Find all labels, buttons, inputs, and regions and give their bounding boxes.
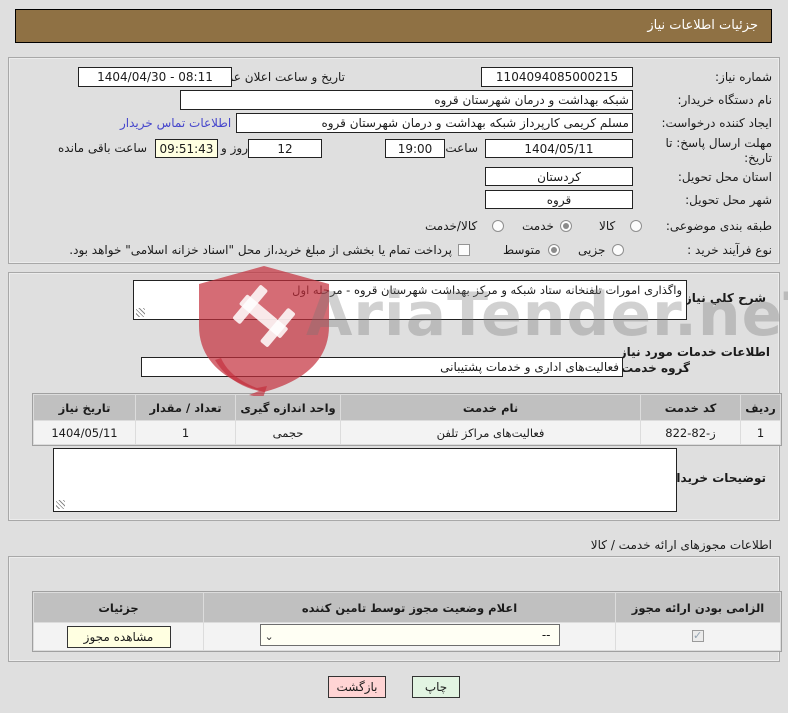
- radio-minor[interactable]: [612, 244, 624, 256]
- permits-heading: اطلاعات مجوزهای ارائه خدمت / کالا: [590, 538, 772, 552]
- announce-datetime-field[interactable]: 1404/04/30 - 08:11: [78, 67, 232, 87]
- col-unit: واحد اندازه گیری: [235, 394, 341, 421]
- deadline-time-field[interactable]: 19:00: [385, 139, 445, 158]
- resize-handle-icon[interactable]: [56, 500, 65, 509]
- province-field[interactable]: کردستان: [485, 167, 633, 186]
- cell-service-code: ز-82-822: [640, 420, 741, 445]
- city-label: شهر محل تحویل:: [685, 193, 772, 207]
- col-details: جزئیات: [33, 592, 204, 623]
- radio-goods-service-label: کالا/خدمت: [425, 219, 478, 233]
- buyer-contact-link[interactable]: اطلاعات تماس خریدار: [120, 116, 231, 130]
- deadline-date-field[interactable]: 1404/05/11: [485, 139, 633, 158]
- need-number-label: شماره نیاز:: [715, 70, 772, 84]
- radio-service-label: خدمت: [522, 219, 554, 233]
- permits-table-header-row: الزامی بودن ارائه مجوز اعلام وضعیت مجوز …: [33, 592, 781, 623]
- permit-status-value: --: [541, 628, 551, 642]
- col-need-date: تاریخ نیاز: [33, 394, 136, 421]
- buyer-org-label: نام دستگاه خریدار:: [677, 93, 773, 107]
- radio-goods[interactable]: [630, 220, 642, 232]
- services-table-header-row: ردیف کد خدمت نام خدمت واحد اندازه گیری ت…: [33, 394, 781, 421]
- col-service-name: نام خدمت: [340, 394, 641, 421]
- radio-service[interactable]: [560, 220, 572, 232]
- buyer-notes-label: توضیحات خریدار:: [664, 471, 766, 485]
- cell-unit: حجمی: [235, 420, 341, 445]
- hour-label: ساعت: [445, 141, 478, 155]
- time-remaining-field: 09:51:43: [155, 139, 218, 158]
- city-field[interactable]: قروه: [485, 190, 633, 209]
- buyer-notes-textarea[interactable]: [53, 448, 677, 512]
- col-row: ردیف: [740, 394, 781, 421]
- back-button[interactable]: بازگشت: [328, 676, 386, 698]
- days-remaining-field: 12: [248, 139, 322, 158]
- radio-minor-label: جزیی: [578, 243, 606, 257]
- col-quantity: تعداد / مقدار: [135, 394, 236, 421]
- radio-medium[interactable]: [548, 244, 560, 256]
- process-type-label: نوع فرآیند خرید :: [687, 243, 772, 257]
- radio-medium-label: متوسط: [503, 243, 541, 257]
- need-description-label: شرح کلي نیاز:: [680, 291, 766, 305]
- treasury-checkbox[interactable]: [458, 244, 470, 256]
- creator-label: ایجاد کننده درخواست:: [661, 116, 772, 130]
- cell-need-date: 1404/05/11: [33, 420, 136, 445]
- need-number-field[interactable]: 1104094085000215: [481, 67, 633, 87]
- service-group-label: گروه خدمت:: [616, 361, 690, 375]
- services-heading: اطلاعات خدمات مورد نیاز: [619, 345, 770, 359]
- chevron-down-icon: ⌄: [264, 630, 274, 643]
- remaining-label: ساعت باقی مانده: [58, 141, 148, 155]
- table-row: 1 ز-82-822 فعالیت‌های مراکز تلفن حجمی 1 …: [33, 420, 781, 445]
- creator-field[interactable]: مسلم کریمی کارپرداز شبکه بهداشت و درمان …: [236, 113, 633, 133]
- deadline-label: مهلت ارسال پاسخ: تا تاریخ:: [665, 136, 772, 165]
- services-table: ردیف کد خدمت نام خدمت واحد اندازه گیری ت…: [32, 393, 782, 446]
- view-permit-button[interactable]: مشاهده مجوز: [66, 625, 171, 648]
- page-title-bar: جزئیات اطلاعات نیاز: [15, 9, 772, 43]
- footer-buttons: چاپ بازگشت: [0, 676, 788, 698]
- cell-quantity: 1: [135, 420, 236, 445]
- need-description-textarea[interactable]: واگذاری امورات تلفنخانه ستاد شبکه و مرکز…: [133, 280, 687, 320]
- permits-table: الزامی بودن ارائه مجوز اعلام وضعیت مجوز …: [32, 591, 782, 652]
- permits-table-row: ⌄ -- مشاهده مجوز: [33, 622, 781, 651]
- radio-goods-service[interactable]: [492, 220, 504, 232]
- cell-service-name: فعالیت‌های مراکز تلفن: [340, 420, 641, 445]
- buyer-org-field[interactable]: شبکه بهداشت و درمان شهرستان قروه: [180, 90, 633, 110]
- radio-goods-label: کالا: [599, 219, 616, 233]
- days-label: روز و: [221, 141, 248, 155]
- classification-label: طبقه بندی موضوعی:: [665, 219, 772, 233]
- service-group-field[interactable]: فعالیت‌های اداری و خدمات پشتیبانی: [141, 357, 623, 377]
- need-description-text: واگذاری امورات تلفنخانه ستاد شبکه و مرکز…: [292, 283, 682, 297]
- treasury-label: پرداخت تمام یا بخشی از مبلغ خرید،از محل …: [69, 243, 452, 257]
- permit-required-checkbox: [692, 629, 704, 642]
- province-label: استان محل تحویل:: [677, 170, 772, 184]
- col-service-code: کد خدمت: [640, 394, 741, 421]
- print-button[interactable]: چاپ: [412, 676, 460, 698]
- permit-status-select[interactable]: ⌄ --: [259, 624, 560, 646]
- cell-row: 1: [740, 420, 781, 445]
- page-title: جزئیات اطلاعات نیاز: [647, 18, 758, 33]
- resize-handle-icon[interactable]: [136, 308, 145, 317]
- col-permit-required: الزامی بودن ارائه مجوز: [615, 592, 781, 623]
- col-permit-status: اعلام وضعیت مجوز توسط تامین کننده: [203, 592, 616, 623]
